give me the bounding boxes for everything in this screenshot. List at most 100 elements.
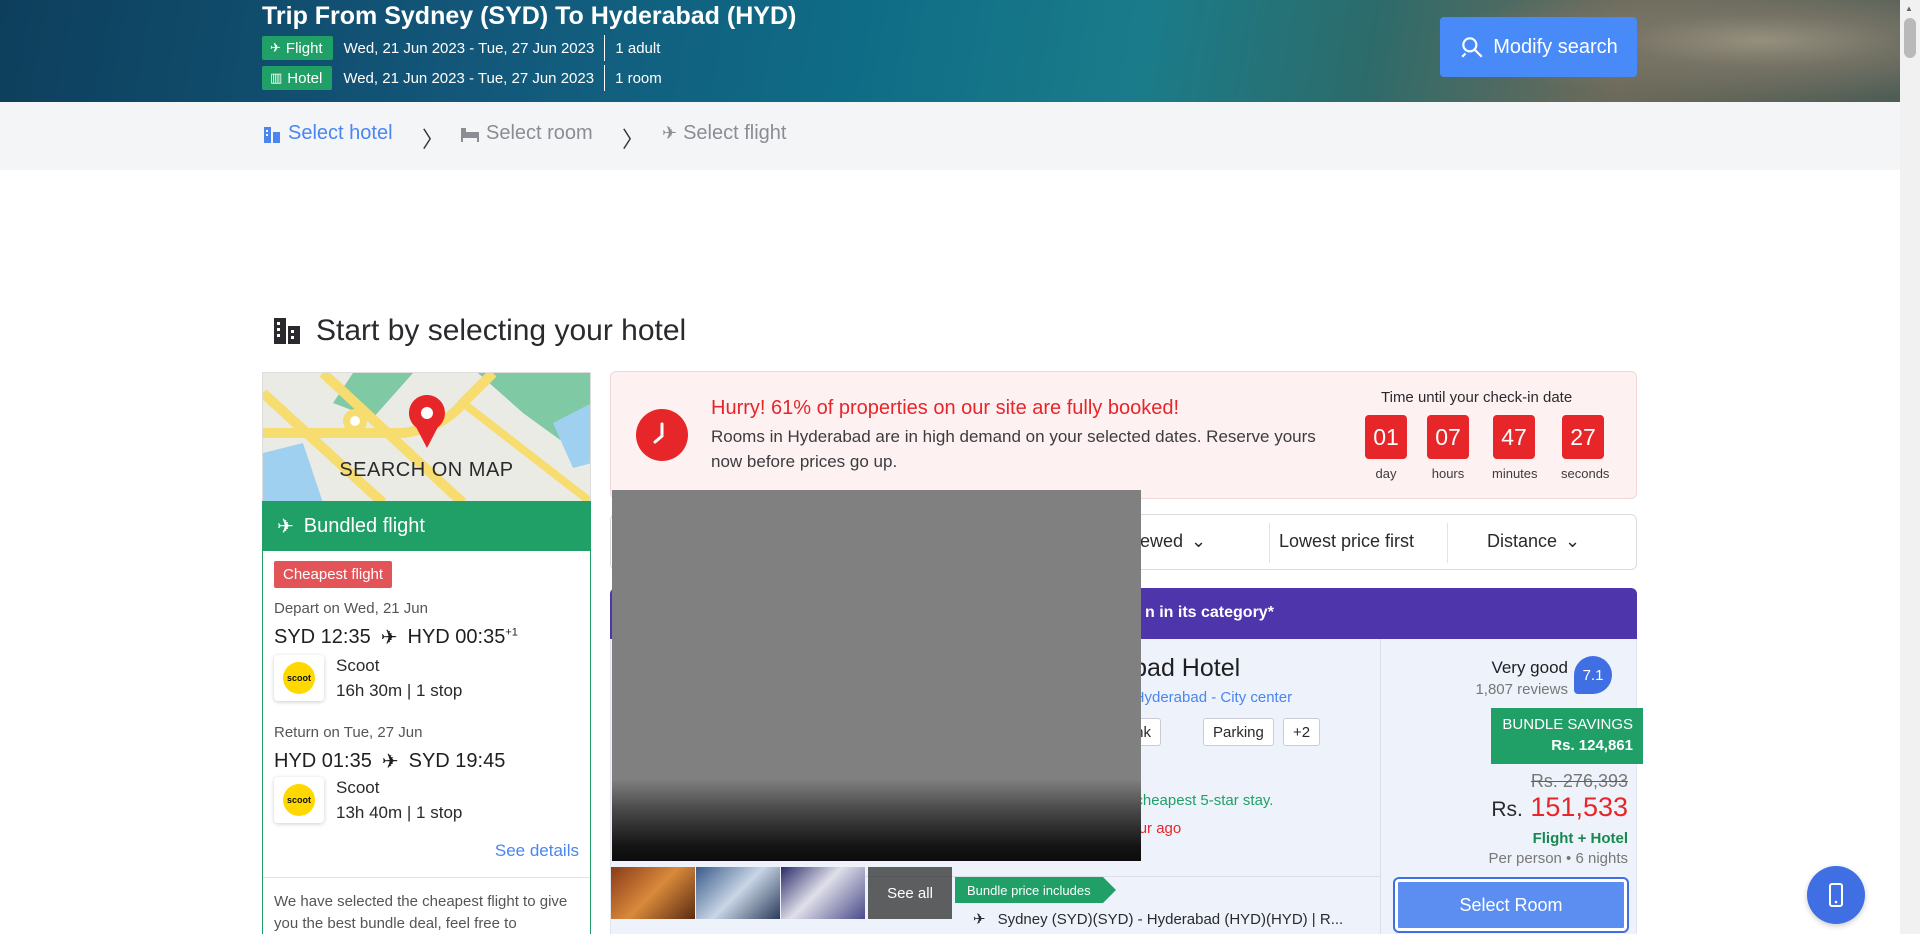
sort-distance[interactable]: Distance ⌄: [1487, 531, 1580, 552]
chevron-down-icon: ⌄: [1191, 531, 1207, 551]
mobile-app-button[interactable]: [1807, 866, 1865, 924]
review-score: 7.1: [1574, 656, 1612, 694]
airline-logo: scoot: [274, 777, 324, 823]
flight-check-icon: ✈: [662, 123, 678, 143]
section-title: Start by selecting your hotel: [316, 314, 687, 347]
section-heading: Start by selecting your hotel: [272, 314, 686, 348]
see-details-link[interactable]: See details: [495, 841, 579, 861]
day-offset: +1: [505, 626, 518, 639]
bundle-note: We have selected the cheapest flight to …: [274, 893, 568, 932]
flight-duration: 16h 30m | 1 stop: [336, 681, 463, 700]
divider: [604, 65, 606, 91]
step-select-hotel[interactable]: Select hotel: [262, 122, 393, 145]
hotel-photo[interactable]: [611, 867, 695, 919]
page-scrollbar[interactable]: ▲: [1900, 0, 1920, 934]
depart-route: SYD 12:35 ✈ HYD 00:35+1: [274, 625, 518, 650]
amenity-chip-more[interactable]: +2: [1283, 718, 1321, 746]
bundle-savings-badge: BUNDLE SAVINGS Rs. 124,861: [1491, 708, 1643, 764]
map-label: SEARCH ON MAP: [339, 459, 514, 481]
search-on-map[interactable]: SEARCH ON MAP: [262, 372, 591, 502]
bundled-flight-panel: ✈ Bundled flight Cheapest flight Depart …: [262, 501, 591, 934]
plane-icon: ✈: [973, 911, 986, 928]
review-count[interactable]: 1,807 reviews: [1475, 681, 1568, 698]
hotel-row: ▥ Hotel Wed, 21 Jun 2023 - Tue, 27 Jun 2…: [262, 65, 662, 91]
see-all-photos[interactable]: See all: [868, 867, 952, 919]
airline-name: Scoot: [336, 778, 380, 797]
sort-most-reviewed[interactable]: iewed ⌄: [1136, 531, 1206, 552]
savings-label: BUNDLE SAVINGS: [1502, 716, 1633, 733]
promo-text: n in its category*: [1145, 604, 1274, 621]
countdown-days: 01 day: [1364, 415, 1408, 481]
phone-icon: [1829, 883, 1843, 907]
photo-strip[interactable]: See all: [611, 867, 952, 919]
plane-icon: ✈: [270, 40, 281, 55]
hotel-tag-label: Hotel: [287, 69, 323, 87]
flight-hotel-label: Flight + Hotel: [1532, 830, 1628, 847]
chevron-down-icon: ⌄: [1565, 531, 1581, 551]
select-room-button[interactable]: Select Room: [1393, 877, 1629, 933]
original-price: Rs. 276,393: [1530, 771, 1628, 791]
building-icon: ▥: [270, 70, 283, 85]
flight-row: ✈ Flight Wed, 21 Jun 2023 - Tue, 27 Jun …: [262, 35, 660, 61]
cheapest-flight-badge: Cheapest flight: [274, 561, 393, 588]
hotel-dates: Wed, 21 Jun 2023 - Tue, 27 Jun 2023: [343, 69, 595, 87]
flight-tag-label: Flight: [285, 39, 323, 57]
rating-word: Very good: [1491, 658, 1568, 677]
plane-icon: ✈: [381, 751, 399, 773]
divider: [1447, 523, 1448, 563]
divider: [263, 877, 590, 878]
step-select-flight[interactable]: ✈ Select flight: [662, 122, 786, 145]
countdown-label: Time until your check-in date: [1381, 389, 1573, 406]
room-count: 1 room: [615, 69, 662, 87]
price-column: Very good 1,807 reviews 7.1 BUNDLE SAVIN…: [1380, 639, 1643, 934]
step-label: Select flight: [683, 122, 787, 144]
return-from: HYD 01:35: [274, 750, 372, 772]
route-text: Sydney (SYD)(SYD) - Hyderabad (HYD)(HYD)…: [997, 910, 1344, 928]
savings-value: Rs. 124,861: [1551, 737, 1633, 754]
hotel-photo[interactable]: [696, 867, 780, 919]
map-illustration: [263, 373, 590, 501]
clock-icon: [636, 409, 688, 461]
urgency-banner: Hurry! 61% of properties on our site are…: [610, 371, 1637, 499]
search-edit-icon: [1461, 37, 1483, 58]
per-person-note: Per person • 6 nights: [1488, 850, 1629, 867]
scroll-up-icon[interactable]: ▲: [1905, 4, 1913, 13]
modify-search-button[interactable]: Modify search: [1440, 17, 1637, 77]
sort-label: Distance: [1487, 531, 1558, 551]
media-overlay: [612, 490, 1141, 861]
scroll-thumb[interactable]: [1904, 18, 1916, 58]
trip-header: Trip From Sydney (SYD) To Hyderabad (HYD…: [0, 0, 1900, 102]
hotel-photo[interactable]: [781, 867, 865, 919]
step-select-room[interactable]: Select room: [460, 122, 593, 145]
depart-label: Depart on Wed, 21 Jun: [274, 600, 428, 617]
urgency-text: Rooms in Hyderabad are in high demand on…: [711, 427, 1316, 471]
plane-icon: ✈: [380, 627, 398, 649]
sort-lowest-price[interactable]: Lowest price first: [1279, 531, 1414, 552]
sort-label: iewed: [1136, 531, 1184, 551]
flight-dates: Wed, 21 Jun 2023 - Tue, 27 Jun 2023: [343, 39, 595, 57]
hotel-tag: ▥ Hotel: [262, 66, 333, 90]
flight-check-icon: ✈: [277, 515, 294, 538]
depart-to: HYD 00:35+1: [407, 626, 518, 648]
chevron-right-icon: 〉: [422, 127, 445, 152]
hotel-icon: [274, 318, 300, 344]
modify-search-label: Modify search: [1493, 35, 1618, 58]
passenger-count: 1 adult: [615, 39, 661, 57]
flight-tag: ✈ Flight: [262, 36, 333, 60]
return-to: SYD 19:45: [408, 750, 506, 772]
currency: Rs.: [1491, 798, 1523, 821]
bundle-includes-tag: Bundle price includes: [955, 877, 1116, 903]
return-label: Return on Tue, 27 Jun: [274, 724, 423, 741]
bundle-price: Rs. 151,533: [1491, 792, 1628, 823]
divider: [1269, 523, 1270, 563]
divider: [604, 35, 606, 61]
depart-from: SYD 12:35: [274, 626, 371, 648]
booking-steps: Select hotel 〉 Select room 〉 ✈ Select fl…: [0, 102, 1900, 170]
price-value: 151,533: [1530, 792, 1628, 822]
airline-logo: scoot: [274, 655, 324, 701]
countdown-hours: 07 hours: [1426, 415, 1470, 481]
bundle-title: Bundled flight: [303, 514, 425, 537]
building-icon: [264, 126, 280, 143]
amenity-chip: Parking: [1203, 718, 1274, 746]
flight-duration: 13h 40m | 1 stop: [336, 803, 463, 822]
